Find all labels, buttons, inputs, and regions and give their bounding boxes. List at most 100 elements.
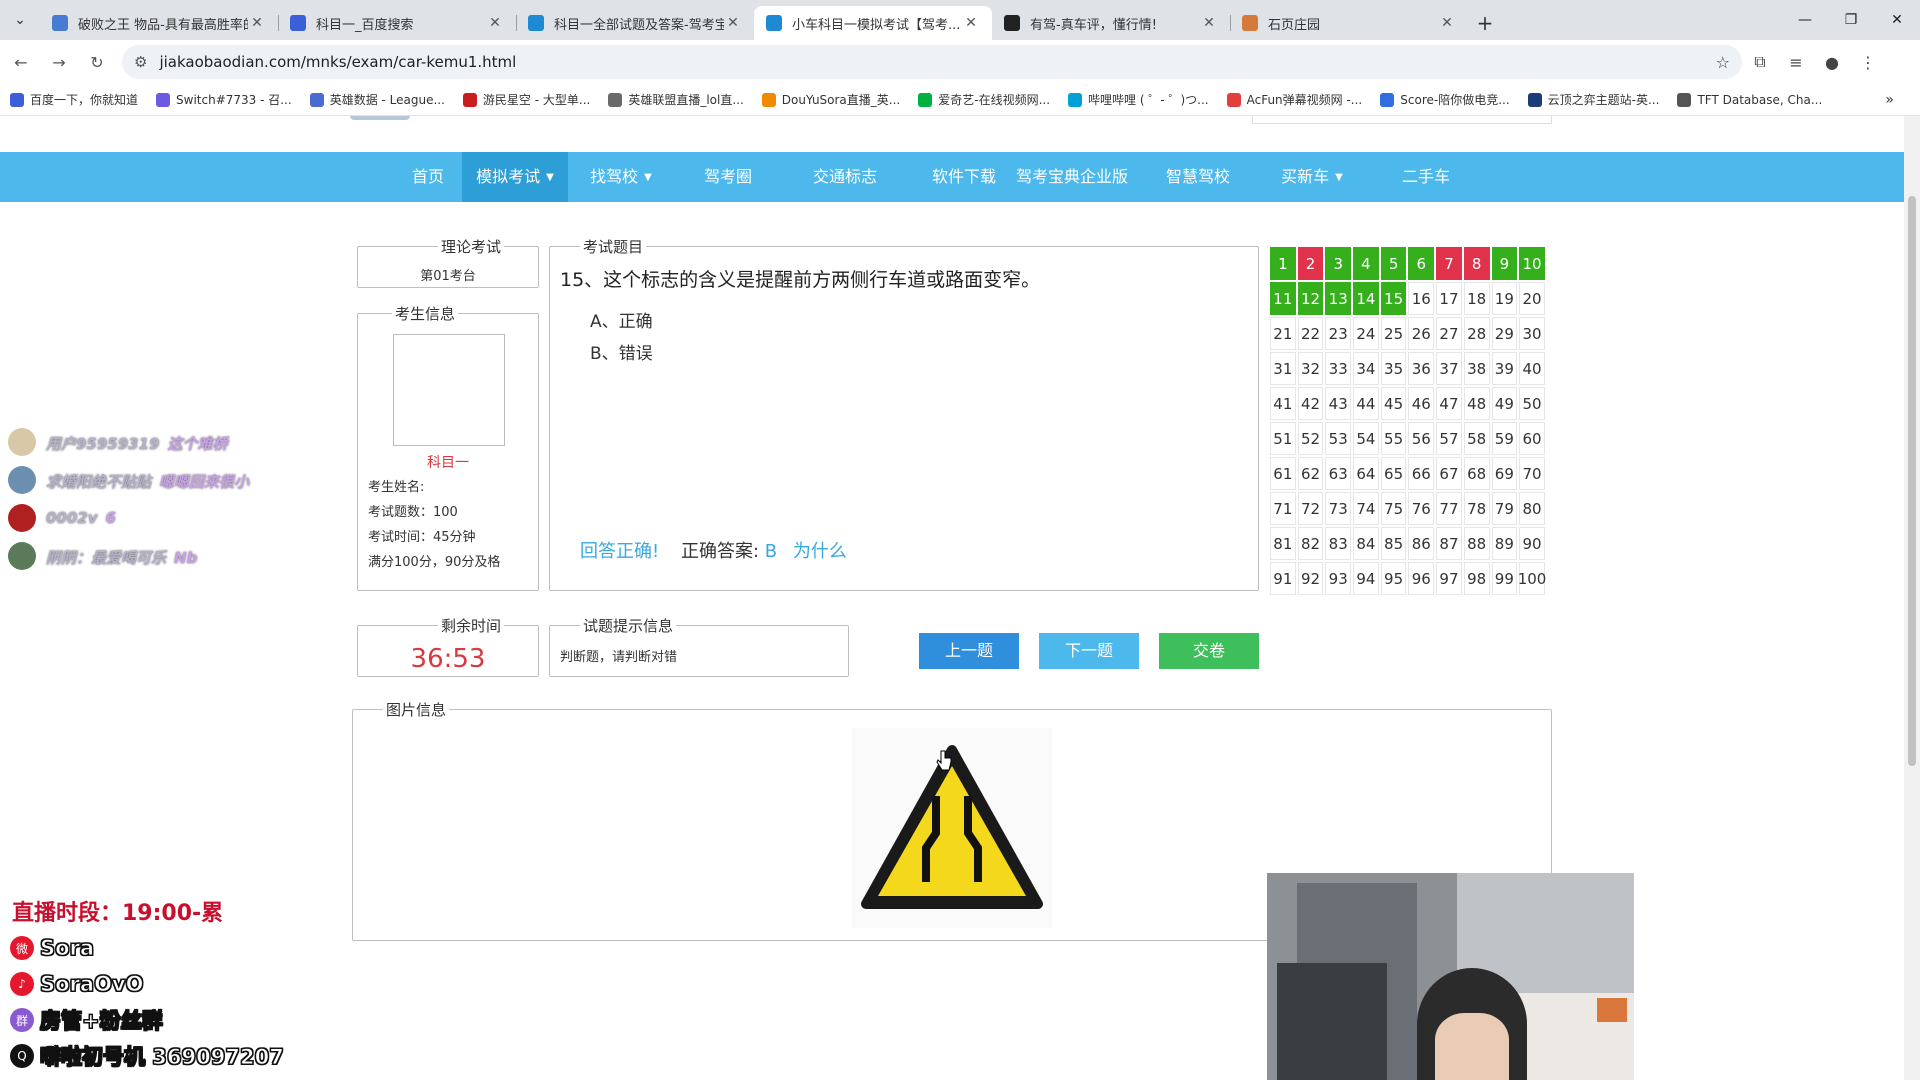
question-number-cell[interactable]: 63 — [1325, 457, 1352, 490]
question-number-cell[interactable]: 19 — [1491, 282, 1518, 315]
browser-tab[interactable]: 科目一全部试题及答案-驾考宝... ✕ — [516, 6, 754, 40]
question-number-cell[interactable]: 29 — [1491, 317, 1518, 350]
question-number-cell[interactable]: 14 — [1353, 282, 1379, 315]
minimize-icon[interactable]: — — [1782, 0, 1828, 40]
bookmark-item[interactable]: 英雄联盟直播_lol直... — [608, 91, 744, 108]
question-number-cell[interactable]: 40 — [1519, 352, 1545, 385]
site-search-box[interactable] — [1252, 116, 1552, 124]
question-number-cell[interactable]: 84 — [1353, 527, 1379, 560]
question-number-cell[interactable]: 11 — [1270, 282, 1296, 315]
question-number-cell[interactable]: 25 — [1380, 317, 1407, 350]
question-number-cell[interactable]: 50 — [1519, 387, 1545, 420]
question-number-cell[interactable]: 36 — [1408, 352, 1435, 385]
question-number-cell[interactable]: 46 — [1408, 387, 1435, 420]
bookmark-item[interactable]: Score-陪你做电竞... — [1380, 91, 1510, 108]
question-number-cell[interactable]: 96 — [1408, 562, 1435, 595]
bookmark-item[interactable]: TFT Database, Cha... — [1677, 92, 1822, 107]
question-number-cell[interactable]: 56 — [1408, 422, 1435, 455]
question-number-cell[interactable]: 82 — [1297, 527, 1324, 560]
question-number-cell[interactable]: 3 — [1325, 247, 1352, 280]
bookmark-star-icon[interactable]: ☆ — [1716, 53, 1730, 72]
nav-item[interactable]: 模拟考试 ▼ — [462, 152, 568, 202]
page-scrollbar[interactable] — [1904, 116, 1920, 1080]
question-number-cell[interactable]: 27 — [1436, 317, 1462, 350]
question-number-cell[interactable]: 10 — [1519, 247, 1545, 280]
question-number-cell[interactable]: 89 — [1491, 527, 1518, 560]
bookmark-item[interactable]: AcFun弹幕视频网 -... — [1226, 91, 1362, 108]
question-number-cell[interactable]: 2 — [1297, 247, 1324, 280]
browser-tab[interactable]: 破败之王 物品-具有最高胜率的...✕ — [40, 6, 278, 40]
question-number-cell[interactable]: 37 — [1436, 352, 1462, 385]
question-number-cell[interactable]: 28 — [1463, 317, 1490, 350]
next-question-button[interactable]: 下一题 — [1039, 633, 1139, 669]
bookmark-item[interactable]: 英雄数据 - League... — [309, 91, 445, 108]
bookmark-item[interactable]: 爱奇艺-在线视频网... — [918, 91, 1050, 108]
question-number-cell[interactable]: 81 — [1270, 527, 1296, 560]
browser-tab[interactable]: 有驾-真车评，懂行情! ✕ — [992, 6, 1230, 40]
question-number-cell[interactable]: 94 — [1353, 562, 1379, 595]
bookmark-item[interactable]: 云顶之弈主题站-英... — [1527, 91, 1659, 108]
question-number-cell[interactable]: 90 — [1519, 527, 1545, 560]
question-number-cell[interactable]: 59 — [1491, 422, 1518, 455]
media-control-icon[interactable]: ≡ — [1778, 45, 1814, 79]
question-number-cell[interactable]: 92 — [1297, 562, 1324, 595]
question-number-cell[interactable]: 71 — [1270, 492, 1296, 525]
question-number-cell[interactable]: 85 — [1380, 527, 1407, 560]
restore-icon[interactable]: ❐ — [1828, 0, 1874, 40]
question-number-cell[interactable]: 34 — [1353, 352, 1379, 385]
question-number-cell[interactable]: 12 — [1297, 282, 1324, 315]
new-tab-button[interactable]: + — [1468, 6, 1502, 40]
question-number-cell[interactable]: 57 — [1436, 422, 1462, 455]
question-number-cell[interactable]: 20 — [1519, 282, 1545, 315]
question-number-cell[interactable]: 38 — [1463, 352, 1490, 385]
question-number-cell[interactable]: 95 — [1380, 562, 1407, 595]
close-tab-icon[interactable]: ✕ — [724, 15, 742, 31]
nav-item[interactable]: 软件下载 — [908, 152, 1020, 202]
submit-exam-button[interactable]: 交卷 — [1159, 633, 1259, 669]
bookmark-item[interactable]: 百度一下，你就知道 — [10, 91, 138, 108]
question-number-cell[interactable]: 79 — [1491, 492, 1518, 525]
question-number-cell[interactable]: 30 — [1519, 317, 1545, 350]
question-number-cell[interactable]: 21 — [1270, 317, 1296, 350]
question-number-cell[interactable]: 1 — [1270, 247, 1296, 280]
option-b[interactable]: B、错误 — [590, 339, 653, 364]
question-number-cell[interactable]: 49 — [1491, 387, 1518, 420]
question-number-cell[interactable]: 99 — [1491, 562, 1518, 595]
back-icon[interactable]: ← — [4, 45, 38, 79]
question-number-cell[interactable]: 24 — [1353, 317, 1379, 350]
question-number-cell[interactable]: 26 — [1408, 317, 1435, 350]
close-tab-icon[interactable]: ✕ — [962, 15, 980, 31]
question-number-cell[interactable]: 66 — [1408, 457, 1435, 490]
option-a[interactable]: A、正确 — [590, 307, 653, 332]
question-number-cell[interactable]: 13 — [1325, 282, 1352, 315]
question-number-cell[interactable]: 41 — [1270, 387, 1296, 420]
nav-item[interactable]: 智慧驾校 — [1154, 152, 1242, 202]
extensions-icon[interactable]: ⧉ — [1742, 45, 1778, 79]
question-number-cell[interactable]: 61 — [1270, 457, 1296, 490]
question-number-cell[interactable]: 44 — [1353, 387, 1379, 420]
question-number-cell[interactable]: 70 — [1519, 457, 1545, 490]
tab-search-menu-icon[interactable]: ⌄ — [0, 0, 40, 40]
question-number-cell[interactable]: 67 — [1436, 457, 1462, 490]
nav-item[interactable]: 驾考圈 — [688, 152, 768, 202]
question-number-cell[interactable]: 64 — [1353, 457, 1379, 490]
prev-question-button[interactable]: 上一题 — [919, 633, 1019, 669]
question-number-cell[interactable]: 88 — [1463, 527, 1490, 560]
question-number-cell[interactable]: 87 — [1436, 527, 1462, 560]
question-number-cell[interactable]: 93 — [1325, 562, 1352, 595]
bookmark-item[interactable]: 哔哩哔哩 ( ゜- ゜)つ... — [1068, 91, 1209, 108]
question-number-cell[interactable]: 16 — [1408, 282, 1435, 315]
browser-tab[interactable]: 小车科目一模拟考试【驾考... ✕ — [754, 6, 992, 40]
question-number-cell[interactable]: 77 — [1436, 492, 1462, 525]
question-number-cell[interactable]: 78 — [1463, 492, 1490, 525]
why-link[interactable]: 为什么 — [793, 541, 847, 562]
nav-item[interactable]: 找驾校 ▼ — [576, 152, 666, 202]
url-text[interactable]: jiakaobaodian.com/mnks/exam/car-kemu1.ht… — [159, 53, 1715, 71]
question-number-cell[interactable]: 4 — [1353, 247, 1379, 280]
nav-item[interactable]: 首页 — [386, 152, 470, 202]
question-number-cell[interactable]: 68 — [1463, 457, 1490, 490]
question-number-cell[interactable]: 48 — [1463, 387, 1490, 420]
nav-item[interactable]: 买新车 ▼ — [1264, 152, 1360, 202]
close-tab-icon[interactable]: ✕ — [1438, 15, 1456, 31]
question-number-cell[interactable]: 74 — [1353, 492, 1379, 525]
